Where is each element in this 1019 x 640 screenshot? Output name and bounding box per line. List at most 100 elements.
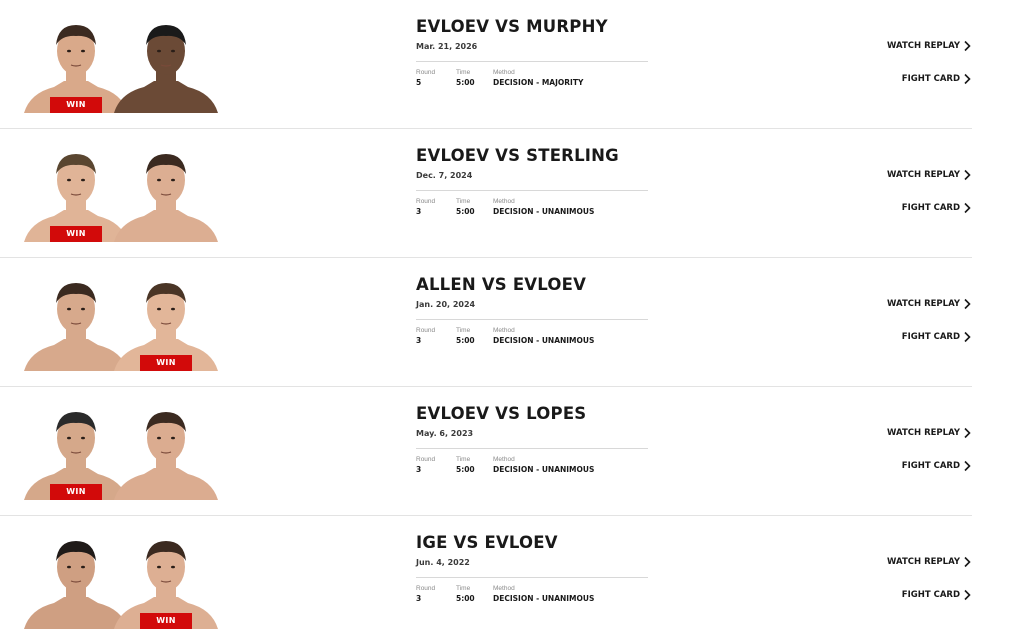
win-badge: WIN: [50, 484, 102, 500]
fight-headline[interactable]: EVLOEV VS STERLING: [416, 146, 648, 166]
watch-replay-label: WATCH REPLAY: [887, 428, 960, 438]
divider: [416, 190, 648, 191]
fighter-right-photo: [110, 402, 222, 500]
stat-time-value: 5:00: [456, 594, 475, 603]
divider: [416, 319, 648, 320]
chevron-right-icon: [963, 589, 972, 601]
fight-card-link[interactable]: FIGHT CARD: [902, 460, 972, 472]
stat-method-value: DECISION - UNANIMOUS: [493, 465, 595, 474]
stat-method: Method DECISION - UNANIMOUS: [493, 197, 594, 218]
chevron-right-icon: [963, 202, 972, 214]
stat-time-label: Time: [456, 585, 471, 592]
fight-info: EVLOEV VS MURPHY Mar. 21, 2026 Round 5 Time 5…: [416, 17, 648, 94]
fight-row: WIN EVLOEV VS STERLING Dec. 7, 2024 Round 3 T…: [0, 129, 972, 258]
divider: [416, 577, 648, 578]
stat-method-label: Method: [493, 327, 515, 334]
stat-round-label: Round: [416, 198, 436, 205]
fight-card-label: FIGHT CARD: [901, 74, 960, 84]
stat-time-value: 5:00: [456, 465, 475, 474]
watch-replay-link[interactable]: WATCH REPLAY: [887, 169, 972, 181]
watch-replay-link[interactable]: WATCH REPLAY: [887, 298, 972, 310]
stat-round-value: 3: [416, 594, 422, 603]
chevron-right-icon: [963, 556, 972, 568]
win-badge: WIN: [50, 97, 102, 113]
stat-method: Method DECISION - MAJORITY: [493, 68, 583, 89]
chevron-right-icon: [963, 40, 972, 52]
stat-time: Time 5:00: [456, 197, 475, 218]
stat-round-label: Round: [416, 585, 436, 592]
fight-card-label: FIGHT CARD: [901, 590, 960, 600]
divider: [416, 448, 648, 449]
fight-headline[interactable]: EVLOEV VS MURPHY: [416, 17, 648, 37]
chevron-right-icon: [963, 427, 972, 439]
fight-headline[interactable]: IGE VS EVLOEV: [416, 533, 648, 553]
watch-replay-label: WATCH REPLAY: [887, 299, 960, 309]
fight-row: WIN EVLOEV VS LOPES May. 6, 2023 Round 3 Time…: [0, 387, 972, 516]
stat-method: Method DECISION - UNANIMOUS: [493, 455, 594, 476]
stat-time-label: Time: [456, 456, 471, 463]
chevron-right-icon: [963, 460, 972, 472]
stat-round-value: 3: [416, 336, 422, 345]
stat-time-label: Time: [456, 327, 471, 334]
watch-replay-link[interactable]: WATCH REPLAY: [887, 556, 972, 568]
fight-info: ALLEN VS EVLOEV Jan. 20, 2024 Round 3 Time 5:…: [416, 275, 648, 352]
watch-replay-link[interactable]: WATCH REPLAY: [887, 427, 972, 439]
stat-method-label: Method: [493, 585, 515, 592]
stat-time: Time 5:00: [456, 326, 475, 347]
chevron-right-icon: [963, 169, 972, 181]
stat-round-value: 3: [416, 465, 422, 474]
stat-time-value: 5:00: [456, 336, 475, 345]
stat-round-value: 3: [416, 207, 422, 216]
fight-headline[interactable]: ALLEN VS EVLOEV: [416, 275, 648, 295]
fighter-right-photo: WIN: [110, 273, 222, 371]
fight-card-label: FIGHT CARD: [901, 203, 960, 213]
fight-card-link[interactable]: FIGHT CARD: [902, 331, 972, 343]
fight-card-label: FIGHT CARD: [901, 332, 960, 342]
stat-round-label: Round: [416, 327, 436, 334]
stat-round: Round 3: [416, 326, 435, 347]
fight-headline[interactable]: EVLOEV VS LOPES: [416, 404, 648, 424]
stat-method-value: DECISION - UNANIMOUS: [493, 336, 595, 345]
win-badge: WIN: [50, 226, 102, 242]
fighter-photos: WIN: [20, 516, 230, 629]
fight-stats: Round 3 Time 5:00 Method DECISION - UNANIMOUS: [416, 197, 648, 223]
fight-row: WIN IGE VS EVLOEV Jun. 4, 2022 Round 3 Time 5:…: [0, 516, 972, 640]
fight-info: EVLOEV VS STERLING Dec. 7, 2024 Round 3 Time…: [416, 146, 648, 223]
chevron-right-icon: [963, 73, 972, 85]
fight-card-label: FIGHT CARD: [901, 461, 960, 471]
fight-date: Mar. 21, 2026: [416, 42, 478, 51]
fight-stats: Round 3 Time 5:00 Method DECISION - UNANIMOUS: [416, 326, 648, 352]
win-badge: WIN: [140, 613, 192, 629]
fight-date: Dec. 7, 2024: [416, 171, 473, 180]
stat-round-label: Round: [416, 456, 436, 463]
fighter-right-photo: [110, 15, 222, 113]
stat-time: Time 5:00: [456, 68, 475, 89]
stat-method-value: DECISION - UNANIMOUS: [493, 594, 595, 603]
stat-method: Method DECISION - UNANIMOUS: [493, 326, 594, 347]
fight-info: IGE VS EVLOEV Jun. 4, 2022 Round 3 Time 5:00 M…: [416, 533, 648, 610]
fight-row: WIN EVLOEV VS MURPHY Mar. 21, 2026 Round 5 Ti…: [0, 0, 972, 129]
stat-method-label: Method: [493, 198, 515, 205]
watch-replay-label: WATCH REPLAY: [887, 557, 960, 567]
chevron-right-icon: [963, 298, 972, 310]
fight-stats: Round 3 Time 5:00 Method DECISION - UNANIMOUS: [416, 584, 648, 610]
stat-time-label: Time: [456, 198, 471, 205]
watch-replay-link[interactable]: WATCH REPLAY: [887, 40, 972, 52]
stat-method-value: DECISION - MAJORITY: [493, 78, 584, 87]
fight-card-link[interactable]: FIGHT CARD: [902, 73, 972, 85]
stat-round-label: Round: [416, 69, 436, 76]
fight-stats: Round 3 Time 5:00 Method DECISION - UNANIMOUS: [416, 455, 648, 481]
fight-card-link[interactable]: FIGHT CARD: [902, 589, 972, 601]
fight-date: May. 6, 2023: [416, 429, 474, 438]
fighter-photos: WIN: [20, 258, 230, 371]
watch-replay-label: WATCH REPLAY: [887, 41, 960, 51]
stat-round: Round 3: [416, 455, 435, 476]
stat-method-label: Method: [493, 456, 515, 463]
fighter-photos: WIN: [20, 129, 230, 242]
fight-row: WIN ALLEN VS EVLOEV Jan. 20, 2024 Round 3 Tim…: [0, 258, 972, 387]
stat-time: Time 5:00: [456, 455, 475, 476]
fight-date: Jun. 4, 2022: [416, 558, 470, 567]
stat-time-value: 5:00: [456, 207, 475, 216]
stat-round: Round 3: [416, 584, 435, 605]
fight-card-link[interactable]: FIGHT CARD: [902, 202, 972, 214]
